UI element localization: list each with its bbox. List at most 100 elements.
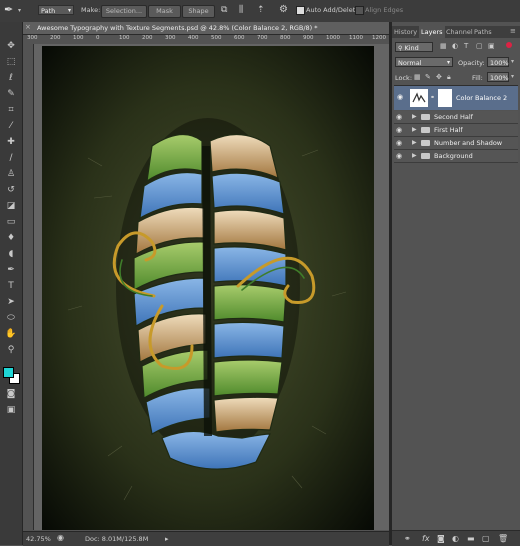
visibility-eye-icon[interactable]: ◉ xyxy=(396,126,402,134)
quick-mask-icon[interactable]: ◙ xyxy=(4,388,18,400)
gear-icon[interactable]: ⚙ xyxy=(279,4,288,15)
mask-button[interactable]: Mask xyxy=(148,5,181,18)
fill-field[interactable]: 100% xyxy=(487,72,509,82)
pen-tool-icon[interactable]: ✒ xyxy=(4,3,13,16)
eraser-tool-icon[interactable]: ◪ xyxy=(4,200,18,212)
crop-tool-icon[interactable]: ⌗ xyxy=(4,104,18,116)
zoom-tool-icon[interactable]: ⚲ xyxy=(4,344,18,356)
shape-tool-icon[interactable]: ⬭ xyxy=(4,312,18,324)
brush-tool-icon[interactable]: ∕ xyxy=(4,152,18,164)
ruler-tick-label: 100 xyxy=(119,35,130,41)
trash-icon[interactable]: 🗑︎ xyxy=(498,534,508,543)
filter-toggle-icon[interactable] xyxy=(506,42,512,48)
lock-label: Lock: xyxy=(395,74,413,82)
quick-selection-tool-icon[interactable]: ✎ xyxy=(4,88,18,100)
expand-arrow-icon[interactable]: ▶ xyxy=(412,113,417,120)
layer-name: Background xyxy=(434,152,473,160)
status-menu-arrow-icon[interactable]: ▸ xyxy=(165,535,169,543)
ruler-tick-label: 200 xyxy=(142,35,153,41)
artwork-canvas[interactable] xyxy=(42,46,374,530)
layer-row-number-and-shadow[interactable]: ◉ ▶ Number and Shadow xyxy=(394,137,518,150)
move-tool-icon[interactable]: ✥ xyxy=(4,40,18,52)
healing-brush-tool-icon[interactable]: ✚ xyxy=(4,136,18,148)
layer-row-second-half[interactable]: ◉ ▶ Second Half xyxy=(394,111,518,124)
left-ruler xyxy=(23,44,34,530)
mask-link-icon[interactable]: ⚭ xyxy=(430,94,435,101)
lock-transparent-icon[interactable]: ▦ xyxy=(414,73,421,81)
hand-tool-icon[interactable]: ✋ xyxy=(4,328,18,340)
pen-tool-sidebar-icon[interactable]: ✒ xyxy=(4,264,18,276)
link-layers-icon[interactable]: ⚭ xyxy=(404,534,411,543)
selection-button[interactable]: Selection... xyxy=(101,5,147,18)
foreground-color-swatch[interactable] xyxy=(3,367,14,378)
chevron-down-icon[interactable]: ▾ xyxy=(18,7,21,14)
marquee-tool-icon[interactable]: ⬚ xyxy=(4,56,18,68)
screen-mode-icon[interactable]: ▣ xyxy=(4,404,18,416)
tab-history[interactable]: History xyxy=(394,28,417,36)
path-selection-tool-icon[interactable]: ➤ xyxy=(4,296,18,308)
document-tab[interactable]: × Awesome Typography with Texture Segmen… xyxy=(23,22,389,35)
status-info-icon[interactable]: ◉ xyxy=(57,533,64,542)
layer-style-icon[interactable]: fx xyxy=(422,534,430,543)
opacity-value: 100% xyxy=(490,59,509,67)
lock-all-icon[interactable]: 🔒︎ xyxy=(447,73,451,82)
visibility-eye-icon[interactable]: ◉ xyxy=(397,93,403,101)
expand-arrow-icon[interactable]: ▶ xyxy=(412,152,417,159)
filter-pixel-icon[interactable]: ▦ xyxy=(440,42,447,50)
path-arrangement-icon[interactable]: ⇡ xyxy=(257,5,265,15)
visibility-eye-icon[interactable]: ◉ xyxy=(396,113,402,121)
ruler-tick-label: 200 xyxy=(50,35,61,41)
layer-mask-thumbnail[interactable] xyxy=(438,89,452,107)
panel-menu-icon[interactable]: ≡ xyxy=(510,27,516,35)
layer-row-color-balance-2[interactable]: ◉ ⚭ Color Balance 2 xyxy=(394,86,518,110)
type-tool-icon[interactable]: T xyxy=(4,280,18,292)
path-operations-icon[interactable]: ⧉ xyxy=(221,5,227,15)
blend-mode-dropdown[interactable]: Normal ▾ xyxy=(395,57,453,67)
new-layer-icon[interactable]: ▢ xyxy=(482,534,490,543)
blend-mode-value: Normal xyxy=(398,59,422,67)
align-edges-checkbox[interactable] xyxy=(355,6,364,15)
tab-channels[interactable]: Channel xyxy=(446,28,473,36)
layer-row-background[interactable]: ◉ ▶ Background xyxy=(394,150,518,163)
lock-position-icon[interactable]: ✥ xyxy=(436,73,442,81)
lock-pixels-icon[interactable]: ✎ xyxy=(425,73,431,81)
new-adjustment-layer-icon[interactable]: ◐ xyxy=(452,534,459,543)
auto-add-delete-checkbox[interactable] xyxy=(296,6,305,15)
filter-shape-icon[interactable]: ▢ xyxy=(476,42,483,50)
clone-stamp-tool-icon[interactable]: ♙ xyxy=(4,168,18,180)
ruler-tick-label: 1200 xyxy=(372,35,386,41)
mode-dropdown[interactable]: Path ▾ xyxy=(38,5,74,15)
expand-arrow-icon[interactable]: ▶ xyxy=(412,139,417,146)
zoom-level[interactable]: 42.75% xyxy=(26,535,51,543)
close-tab-icon[interactable]: × xyxy=(25,23,31,31)
filter-type-icon[interactable]: T xyxy=(464,42,468,50)
filter-adjustment-icon[interactable]: ◐ xyxy=(452,42,458,50)
layer-name: Number and Shadow xyxy=(434,139,503,147)
gradient-tool-icon[interactable]: ▭ xyxy=(4,216,18,228)
shape-button[interactable]: Shape xyxy=(182,5,215,18)
new-group-icon[interactable]: ▬ xyxy=(467,534,475,543)
dodge-tool-icon[interactable]: ◖ xyxy=(4,248,18,260)
history-brush-tool-icon[interactable]: ↺ xyxy=(4,184,18,196)
layer-name: First Half xyxy=(434,126,463,134)
tab-paths[interactable]: Paths xyxy=(474,28,492,36)
visibility-eye-icon[interactable]: ◉ xyxy=(396,139,402,147)
add-mask-icon[interactable]: ◙ xyxy=(437,534,445,543)
opacity-field[interactable]: 100% xyxy=(487,57,509,67)
filter-smart-object-icon[interactable]: ▣ xyxy=(488,42,495,50)
fill-value: 100% xyxy=(490,74,509,82)
path-alignment-icon[interactable]: ⫼ xyxy=(239,5,243,15)
fill-chevron-icon[interactable]: ▾ xyxy=(511,73,514,80)
tab-layers[interactable]: Layers xyxy=(419,26,445,38)
lasso-tool-icon[interactable]: ℓ xyxy=(4,72,18,84)
opacity-chevron-icon[interactable]: ▾ xyxy=(511,58,514,65)
blur-tool-icon[interactable]: ♦ xyxy=(4,232,18,244)
visibility-eye-icon[interactable]: ◉ xyxy=(396,152,402,160)
filter-kind-dropdown[interactable]: ⚲ Kind xyxy=(395,42,433,52)
eyedropper-tool-icon[interactable]: ⁄ xyxy=(4,120,18,132)
layer-row-first-half[interactable]: ◉ ▶ First Half xyxy=(394,124,518,137)
ruler-tick-label: 0 xyxy=(96,35,100,41)
layer-name: Color Balance 2 xyxy=(456,94,508,102)
document-title: Awesome Typography with Texture Segments… xyxy=(37,24,318,32)
expand-arrow-icon[interactable]: ▶ xyxy=(412,126,417,133)
